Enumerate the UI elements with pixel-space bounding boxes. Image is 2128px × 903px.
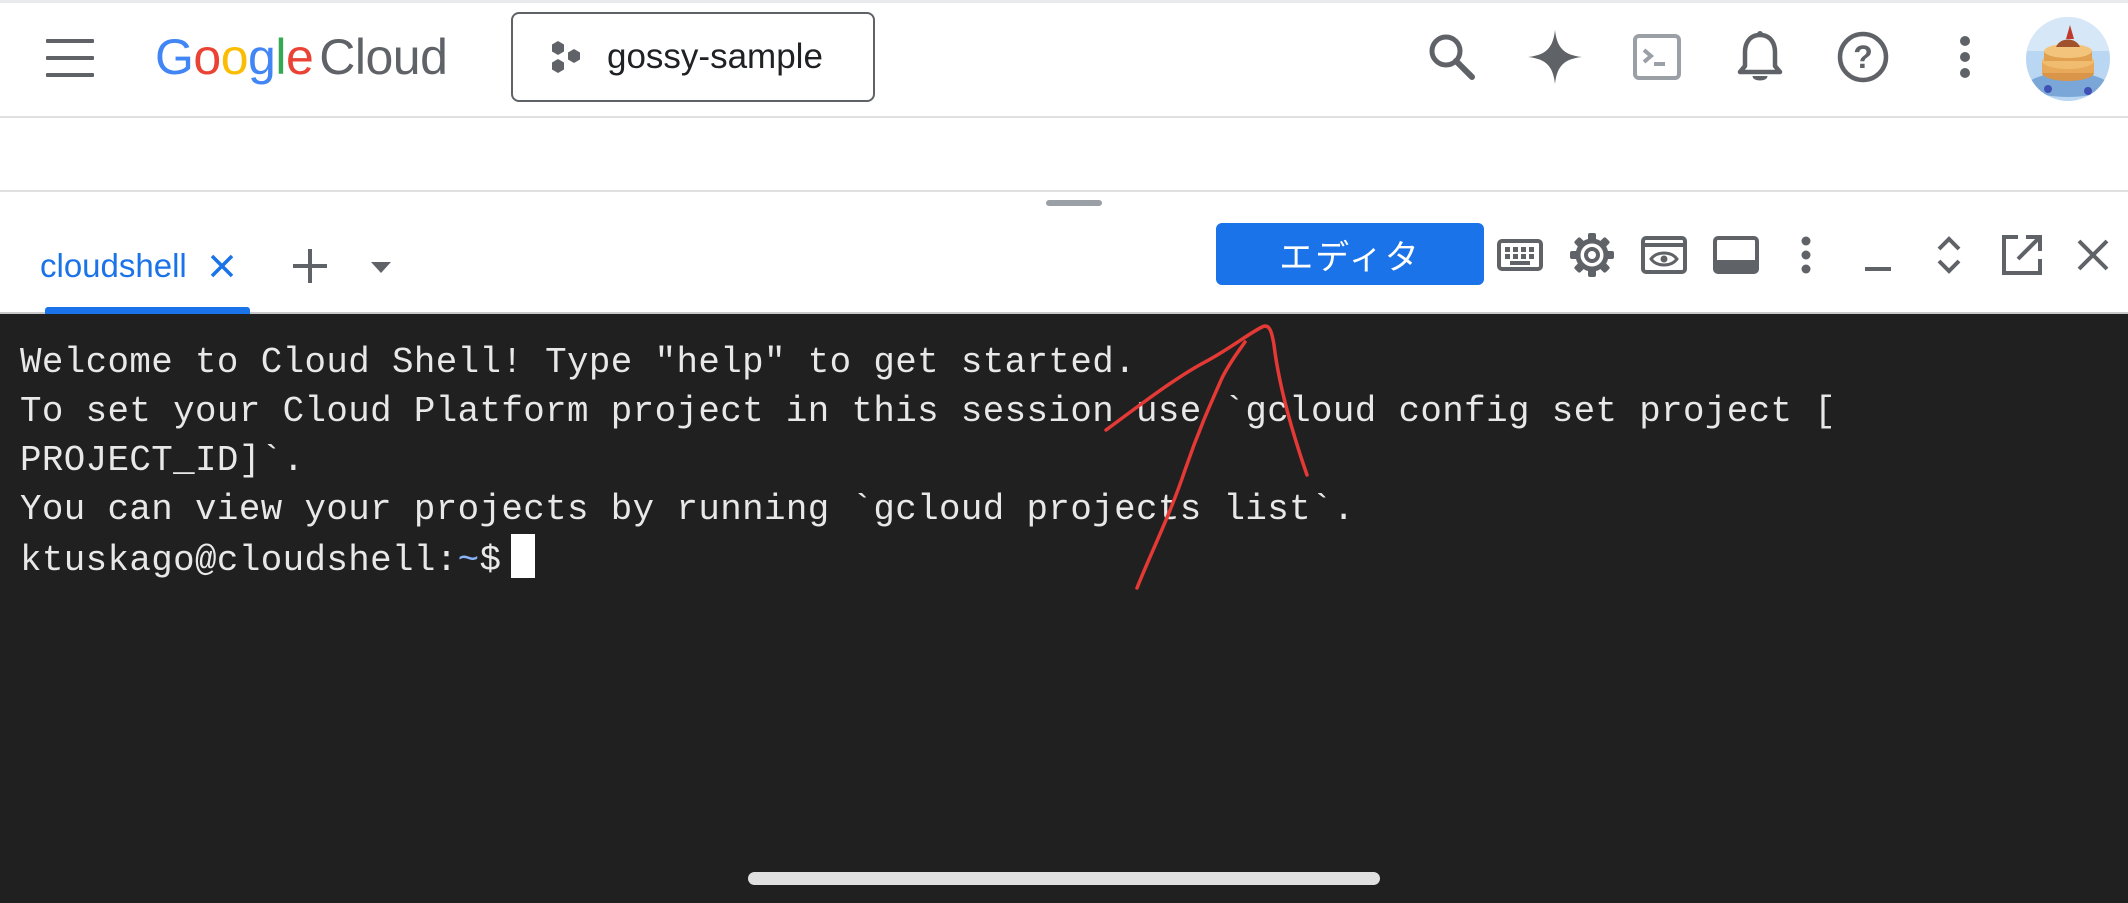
keyboard-icon[interactable] bbox=[1493, 228, 1547, 282]
project-hex-icon bbox=[552, 41, 580, 73]
terminal-output: Welcome to Cloud Shell! Type "help" to g… bbox=[20, 338, 1836, 583]
menu-icon[interactable] bbox=[44, 37, 96, 79]
prompt-symbol: $ bbox=[479, 540, 502, 581]
terminal-line: To set your Cloud Platform project in th… bbox=[20, 391, 1837, 432]
open-editor-button[interactable]: エディタ bbox=[1216, 223, 1484, 285]
project-picker-button[interactable]: gossy-sample bbox=[511, 12, 875, 102]
more-vert-icon[interactable] bbox=[1779, 228, 1833, 282]
active-tab-indicator bbox=[45, 307, 250, 314]
help-icon[interactable]: ? bbox=[1833, 27, 1893, 87]
settings-icon[interactable] bbox=[1565, 228, 1619, 282]
terminal-line: PROJECT_ID]`. bbox=[20, 440, 305, 481]
add-icon[interactable] bbox=[290, 246, 330, 286]
web-preview-icon[interactable] bbox=[1637, 228, 1691, 282]
terminal-cursor[interactable] bbox=[511, 534, 536, 578]
resize-drag-handle[interactable] bbox=[1046, 200, 1102, 206]
terminal-prompt-line: ktuskago@cloudshell:~$ bbox=[20, 534, 1836, 583]
terminal[interactable]: Welcome to Cloud Shell! Type "help" to g… bbox=[0, 314, 2128, 903]
tab-label: cloudshell bbox=[40, 247, 187, 284]
home-indicator[interactable] bbox=[748, 872, 1380, 885]
avatar[interactable] bbox=[2026, 17, 2110, 101]
cloud-shell-toolbar: cloudshell エディタ bbox=[0, 192, 2128, 314]
content-strip bbox=[0, 118, 2128, 192]
cloud-shell-icon[interactable] bbox=[1627, 27, 1687, 87]
expand-icon[interactable] bbox=[1922, 228, 1976, 282]
project-name: gossy-sample bbox=[607, 37, 823, 76]
prompt-path: ~ bbox=[457, 540, 480, 581]
gemini-sparkle-icon[interactable] bbox=[1525, 27, 1585, 87]
terminal-line: You can view your projects by running `g… bbox=[20, 489, 1355, 530]
open-new-window-icon[interactable] bbox=[1995, 228, 2049, 282]
more-vert-icon[interactable] bbox=[1935, 27, 1995, 87]
svg-text:?: ? bbox=[1853, 39, 1873, 75]
logo-google-text: Google bbox=[155, 29, 314, 85]
tab-cloudshell[interactable]: cloudshell bbox=[40, 246, 235, 286]
google-cloud-logo[interactable]: Google Cloud bbox=[155, 29, 448, 85]
prompt-user: ktuskago@cloudshell: bbox=[20, 540, 458, 581]
tab-close-icon[interactable] bbox=[209, 253, 235, 279]
arrow-drop-down-icon[interactable] bbox=[366, 256, 396, 280]
bell-icon[interactable] bbox=[1730, 27, 1790, 87]
terminal-line: Welcome to Cloud Shell! Type "help" to g… bbox=[20, 342, 1136, 383]
search-icon[interactable] bbox=[1422, 27, 1482, 87]
minimize-icon[interactable] bbox=[1851, 228, 1905, 282]
layout-icon[interactable] bbox=[1709, 228, 1763, 282]
close-icon[interactable] bbox=[2066, 228, 2120, 282]
top-app-bar: Google Cloud gossy-sample ? bbox=[0, 0, 2128, 118]
logo-cloud-text: Cloud bbox=[319, 29, 448, 85]
